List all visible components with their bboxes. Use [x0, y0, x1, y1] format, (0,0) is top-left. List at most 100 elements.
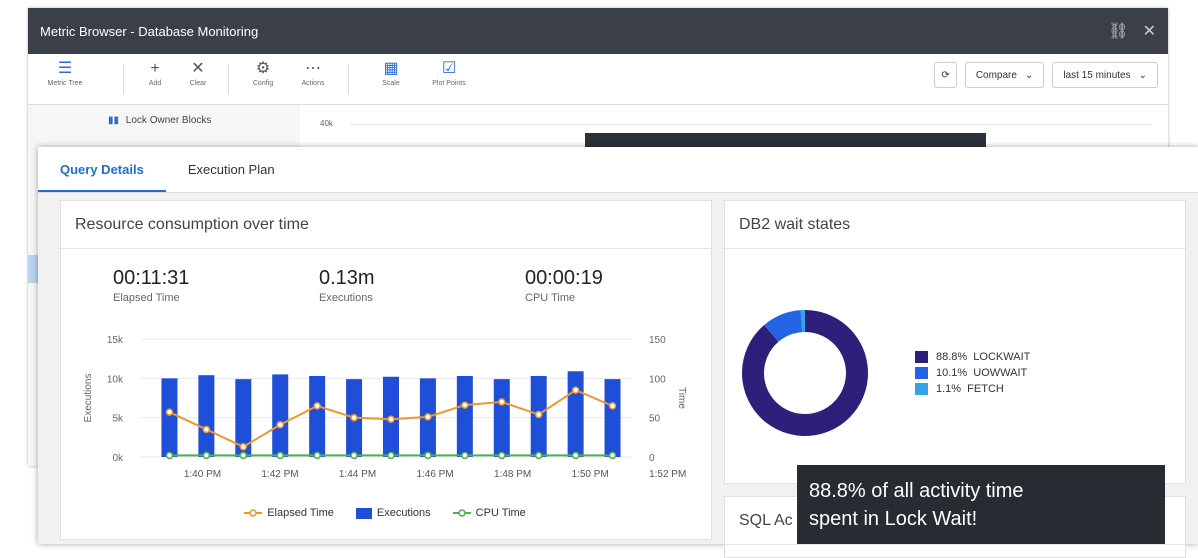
y-tick-label: 5k [112, 414, 124, 425]
add-button[interactable]: + Add [132, 58, 178, 87]
legend-lockwait[interactable]: 88.8% LOCKWAIT [915, 349, 1030, 365]
legend-label: 88.8% LOCKWAIT [936, 351, 1030, 363]
tab-bar: Query Details Execution Plan [38, 147, 1198, 193]
cpu-time-point [240, 452, 246, 458]
executions-bar [309, 376, 325, 457]
cpu-time-point [166, 452, 172, 458]
legend-uowwait[interactable]: 10.1% UOWWAIT [915, 365, 1030, 381]
tab-query-details[interactable]: Query Details [38, 147, 166, 192]
legend-label: 10.1% UOWWAIT [936, 367, 1027, 379]
window-titlebar: Metric Browser - Database Monitoring ⛓ ✕ [28, 8, 1168, 54]
executions-bar [272, 374, 288, 457]
y2-tick-label: 0 [649, 453, 655, 464]
gears-icon: ⚙ [240, 58, 286, 80]
elapsed-time-point [388, 416, 394, 422]
x-tick-label: 1:52 PM [649, 469, 686, 480]
x-icon: ✕ [175, 58, 221, 80]
actions-button[interactable]: ⋯ Actions [290, 58, 336, 87]
resource-chart: 0k5k10k15k050100150ExecutionsTime1:40 PM… [61, 327, 709, 497]
window-title: Metric Browser - Database Monitoring [40, 24, 258, 39]
elapsed-time-point [203, 426, 209, 432]
elapsed-time-point [351, 415, 357, 421]
stat-elapsed-time: 00:11:31 Elapsed Time [113, 267, 189, 304]
legend-fetch[interactable]: 1.1% FETCH [915, 381, 1030, 397]
x-tick-label: 1:40 PM [184, 469, 221, 480]
legend-cpu-time[interactable]: CPU Time [453, 507, 526, 519]
elapsed-time-point [277, 422, 283, 428]
x-tick-label: 1:44 PM [339, 469, 376, 480]
stat-cpu-time: 00:00:19 CPU Time [525, 267, 603, 304]
more-icon: ⋯ [290, 58, 336, 80]
scale-button[interactable]: ▦ Scale [368, 58, 414, 87]
wait-states-donut [725, 293, 885, 453]
refresh-button[interactable]: ⟳ [934, 62, 956, 88]
y-tick-label: 10k [107, 374, 124, 385]
executions-bar [568, 371, 584, 457]
cpu-time-point [573, 452, 579, 458]
cpu-time-point [462, 452, 468, 458]
y-axis-label: Executions [83, 374, 94, 423]
cpu-time-point [351, 452, 357, 458]
x-tick-label: 1:50 PM [572, 469, 609, 480]
elapsed-time-point [499, 399, 505, 405]
slice-lockwait [753, 321, 857, 425]
executions-bar [198, 375, 214, 457]
legend-elapsed-time[interactable]: Elapsed Time [244, 507, 334, 519]
slice-uowwait [771, 321, 801, 333]
close-icon[interactable]: ✕ [1143, 21, 1156, 41]
y-tick-label: 15k [107, 335, 124, 346]
cpu-time-point [314, 452, 320, 458]
sidebar-item-lock-owner-blocks[interactable]: ▮▮ Lock Owner Blocks [28, 105, 300, 126]
cpu-time-point [499, 452, 505, 458]
x-tick-label: 1:42 PM [261, 469, 298, 480]
scale-icon: ▦ [368, 58, 414, 80]
chevron-down-icon: ⌄ [1139, 70, 1147, 81]
clear-button[interactable]: ✕ Clear [175, 58, 221, 87]
elapsed-time-point [462, 402, 468, 408]
tab-execution-plan[interactable]: Execution Plan [166, 147, 297, 192]
plus-icon: + [132, 58, 178, 80]
resource-consumption-card: Resource consumption over time 00:11:31 … [60, 200, 712, 540]
legend-swatch [915, 383, 928, 395]
toolbar: ☰ Metric Tree + Add ✕ Clear ⚙ Config ⋯ A… [28, 54, 1168, 105]
refresh-icon: ⟳ [941, 70, 949, 81]
config-button[interactable]: ⚙ Config [240, 58, 286, 87]
legend-swatch [915, 367, 928, 379]
cpu-time-point [425, 452, 431, 458]
cpu-time-point [203, 452, 209, 458]
card-title: Resource consumption over time [61, 201, 711, 249]
db2-wait-states-card: DB2 wait states 88.8% LOCKWAIT 10.1% UOWW… [724, 200, 1186, 484]
metric-tree-button[interactable]: ☰ Metric Tree [42, 58, 88, 87]
elapsed-time-point [240, 444, 246, 450]
legend-swatch [915, 351, 928, 363]
cpu-time-point [610, 452, 616, 458]
elapsed-time-point [610, 403, 616, 409]
elapsed-time-point [536, 412, 542, 418]
card-title: DB2 wait states [725, 201, 1185, 249]
compare-dropdown[interactable]: Compare ⌄ [965, 62, 1045, 88]
executions-bar [494, 379, 510, 457]
checkbox-icon: ☑ [426, 58, 472, 80]
cpu-time-point [388, 452, 394, 458]
executions-bar [161, 378, 177, 457]
executions-bar [605, 379, 621, 457]
legend-executions[interactable]: Executions [356, 507, 431, 519]
bar-chart-icon: ▮▮ [108, 115, 119, 126]
elapsed-time-point [573, 387, 579, 393]
time-range-dropdown[interactable]: last 15 minutes ⌄ [1052, 62, 1158, 88]
y2-tick-label: 150 [649, 335, 666, 346]
link-icon[interactable]: ⛓ [1108, 21, 1128, 41]
legend-label: 1.1% FETCH [936, 383, 1004, 395]
chevron-down-icon: ⌄ [1025, 70, 1033, 81]
chart-legend: Elapsed Time Executions CPU Time [61, 507, 709, 519]
plot-points-button[interactable]: ☑ Plot Points [426, 58, 472, 87]
y2-tick-label: 100 [649, 374, 666, 385]
elapsed-time-point [425, 414, 431, 420]
annotation-callout: 88.8% of all activity time spent in Lock… [797, 465, 1165, 544]
x-tick-label: 1:48 PM [494, 469, 531, 480]
stat-executions: 0.13m Executions [319, 267, 375, 304]
y-tick-label: 0k [112, 453, 124, 464]
cpu-time-point [277, 452, 283, 458]
y2-tick-label: 50 [649, 414, 661, 425]
cpu-time-point [536, 452, 542, 458]
